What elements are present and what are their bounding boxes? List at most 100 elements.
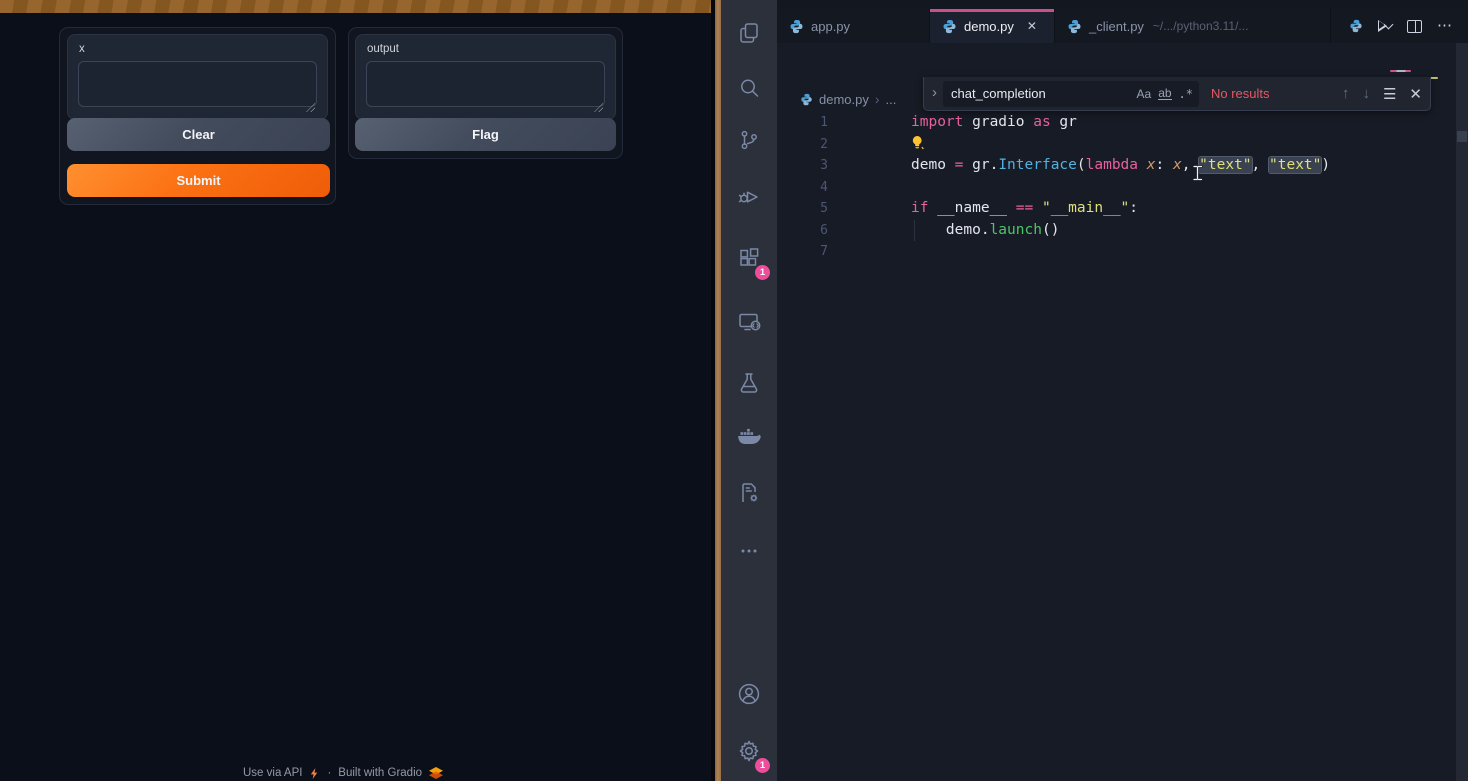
- code-token: (): [1042, 222, 1059, 238]
- code-token: ,: [1252, 157, 1269, 173]
- line-number: 7: [781, 241, 828, 263]
- tab-label: app.py: [811, 19, 850, 34]
- code-line: import gradio as gr: [911, 112, 1330, 134]
- editor-actions: ⋯: [1349, 9, 1468, 43]
- match-case-icon[interactable]: Aa: [1137, 88, 1152, 100]
- footer-separator: ·: [327, 767, 331, 779]
- tools-file-icon[interactable]: [721, 469, 777, 517]
- docker-icon[interactable]: [721, 413, 777, 461]
- code-token: launch: [990, 222, 1042, 238]
- python-interpreter-icon[interactable]: [1349, 19, 1363, 33]
- code-line: [911, 134, 1330, 156]
- code-line: [911, 241, 1330, 263]
- tab-app-py[interactable]: app.py: [777, 9, 930, 43]
- tab-label: demo.py: [964, 19, 1014, 34]
- code-token: lambda: [1086, 157, 1138, 173]
- tab-client-py[interactable]: _client.py ~/.../python3.11/...: [1055, 9, 1331, 43]
- python-file-icon: [789, 19, 804, 34]
- code-token: "text": [1269, 157, 1321, 173]
- input-label: x: [79, 43, 85, 55]
- code-token: gradio: [963, 114, 1033, 130]
- find-close-icon[interactable]: ✕: [1409, 85, 1422, 103]
- settings-gear-icon[interactable]: 1: [721, 727, 777, 775]
- find-widget: › Aa ab .* No results ↑ ↓ ☰ ✕: [923, 77, 1431, 111]
- extensions-icon[interactable]: 1: [721, 234, 777, 282]
- next-match-icon[interactable]: ↓: [1362, 85, 1370, 102]
- gradio-logo-icon: [429, 767, 443, 779]
- use-via-api-link[interactable]: Use via API: [243, 767, 302, 779]
- tab-close-icon[interactable]: ✕: [1027, 19, 1037, 33]
- source-control-icon[interactable]: [721, 116, 777, 164]
- remote-explorer-icon[interactable]: [721, 298, 777, 346]
- code-token: __name__: [928, 200, 1015, 216]
- gradio-app-window: x Clear Submit output Flag Use via API ·…: [0, 0, 711, 781]
- input-textarea-x[interactable]: [78, 61, 317, 107]
- code-token: demo.: [911, 222, 990, 238]
- code-line: demo = gr.Interface(lambda x: x, "text",…: [911, 155, 1330, 177]
- toggle-replace-chevron-icon[interactable]: ›: [930, 84, 943, 103]
- find-input-box: Aa ab .*: [943, 81, 1199, 107]
- extensions-badge: 1: [755, 265, 770, 280]
- flag-button[interactable]: Flag: [355, 118, 616, 151]
- find-input[interactable]: [951, 86, 1130, 101]
- previous-match-icon[interactable]: ↑: [1342, 85, 1350, 102]
- indent-guide: [914, 220, 915, 241]
- find-in-selection-icon[interactable]: ☰: [1383, 85, 1396, 103]
- activity-bar: 1 1: [721, 0, 777, 781]
- breadcrumb-symbol[interactable]: ...: [886, 92, 897, 107]
- code-token: gr: [1051, 114, 1077, 130]
- tab-path-description: ~/.../python3.11/...: [1153, 19, 1249, 33]
- title-strip: [777, 0, 1468, 9]
- line-number: 3: [781, 155, 828, 177]
- line-number-gutter: 1234567: [781, 112, 828, 263]
- code-token: import: [911, 114, 963, 130]
- line-number: 1: [781, 112, 828, 134]
- code-token: :: [1129, 200, 1138, 216]
- striped-top-bar: [0, 0, 711, 13]
- accounts-icon[interactable]: [721, 670, 777, 718]
- clear-button[interactable]: Clear: [67, 118, 330, 151]
- run-python-file-button[interactable]: [1378, 20, 1392, 32]
- code-token: ==: [1016, 200, 1033, 216]
- code-token: "text": [1199, 157, 1251, 173]
- code-line: demo.launch(): [911, 220, 1330, 242]
- more-actions-icon[interactable]: ⋯: [1437, 21, 1454, 31]
- search-icon[interactable]: [721, 64, 777, 112]
- whole-word-icon[interactable]: ab: [1158, 87, 1171, 100]
- regex-icon[interactable]: .*: [1179, 88, 1193, 100]
- split-editor-icon[interactable]: [1407, 20, 1422, 33]
- more-views-icon[interactable]: [721, 527, 777, 575]
- run-and-debug-icon[interactable]: [721, 173, 777, 221]
- code-token: demo: [911, 157, 955, 173]
- quick-fix-lightbulb-icon[interactable]: [911, 135, 924, 150]
- line-number: 2: [781, 134, 828, 156]
- editor-pane: demo.py › ... › Aa ab .* No results ↑ ↓ …: [777, 43, 1468, 781]
- breadcrumb: demo.py › ...: [800, 86, 896, 112]
- api-lightning-icon: [309, 768, 320, 779]
- submit-button[interactable]: Submit: [67, 164, 330, 197]
- explorer-icon[interactable]: [721, 9, 777, 57]
- breadcrumb-chevron-icon: ›: [875, 91, 880, 107]
- tab-bar: app.py demo.py ✕ _client.py ~/.../python…: [777, 9, 1468, 43]
- code-lines[interactable]: import gradio as gr demo = gr.Interface(l…: [911, 112, 1330, 263]
- python-file-icon: [1067, 19, 1082, 34]
- output-textarea[interactable]: [366, 61, 605, 107]
- testing-icon[interactable]: [721, 359, 777, 407]
- code-line: if __name__ == "__main__":: [911, 198, 1330, 220]
- find-actions: ↑ ↓ ☰ ✕: [1342, 85, 1422, 103]
- breadcrumb-file[interactable]: demo.py: [819, 92, 869, 107]
- tab-label: _client.py: [1089, 19, 1144, 34]
- code-token: as: [1033, 114, 1050, 130]
- tab-demo-py[interactable]: demo.py ✕: [930, 9, 1055, 43]
- code-token: gr.: [963, 157, 998, 173]
- code-token: [1033, 200, 1042, 216]
- scrollbar-overview-ruler[interactable]: [1456, 43, 1468, 781]
- output-label: output: [367, 43, 399, 55]
- code-token: Interface: [998, 157, 1077, 173]
- code-line: [911, 177, 1330, 199]
- code-token: "__main__": [1042, 200, 1129, 216]
- python-file-icon: [942, 19, 957, 34]
- gradio-output-column: output Flag: [348, 27, 623, 159]
- built-with-gradio-link[interactable]: Built with Gradio: [338, 767, 422, 779]
- code-token: (: [1077, 157, 1086, 173]
